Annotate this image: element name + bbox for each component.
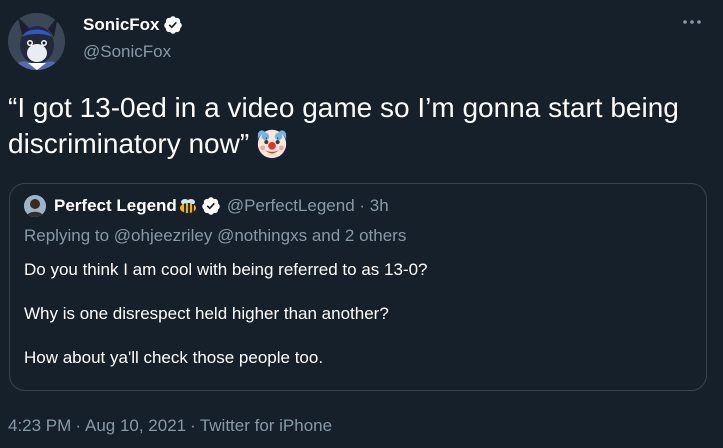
wolf-avatar-icon — [8, 13, 65, 70]
quoted-paragraph: How about ya'll check those people too. — [24, 348, 324, 367]
clown-face-emoji — [258, 129, 287, 159]
bee-emoji — [179, 199, 196, 213]
quoted-author-name[interactable]: Perfect Legend — [54, 196, 177, 216]
quoted-header: Perfect Legend @PerfectLegend · 3h — [54, 194, 389, 218]
tweet-text-body: “I got 13-0ed in a video game so I’m gon… — [8, 92, 679, 159]
tweet-meta: 4:23 PM · Aug 10, 2021 · Twitter for iPhone — [8, 415, 332, 437]
author-avatar[interactable] — [8, 13, 65, 70]
author-name[interactable]: SonicFox — [83, 14, 160, 36]
verified-badge-icon — [202, 197, 220, 215]
replying-to-prefix: Replying to — [24, 226, 110, 245]
author-handle[interactable]: @SonicFox — [83, 41, 171, 63]
tweet-card: SonicFox @SonicFox “I got 13-0ed in a vi… — [0, 0, 723, 448]
meta-separator: · — [190, 416, 196, 435]
quoted-paragraph: Why is one disrespect held higher than a… — [24, 304, 389, 323]
tweet-text: “I got 13-0ed in a video game so I’m gon… — [8, 90, 713, 162]
more-options-button[interactable] — [678, 12, 706, 32]
tweet-time[interactable]: 4:23 PM — [8, 416, 71, 435]
quoted-time[interactable]: 3h — [370, 196, 389, 216]
quoted-author-handle[interactable]: @PerfectLegend — [227, 196, 355, 216]
quoted-separator: · — [355, 196, 370, 216]
quoted-body: Do you think I am cool with being referr… — [24, 259, 684, 391]
meta-separator: · — [75, 416, 81, 435]
replying-to-user-nothingxs[interactable]: @nothingxs — [217, 226, 307, 245]
quoted-separator-dot: · — [359, 196, 366, 215]
replying-to-others[interactable]: and 2 others — [312, 226, 407, 245]
replying-to-line: Replying to @ohjeezriley @nothingxs and … — [24, 225, 406, 247]
verified-badge-icon — [163, 16, 182, 34]
author-name-row[interactable]: SonicFox — [83, 14, 183, 36]
replying-to-user-ohjeezriley[interactable]: @ohjeezriley — [114, 226, 213, 245]
more-options-icon — [683, 20, 701, 24]
tweet-date[interactable]: Aug 10, 2021 — [85, 416, 186, 435]
quoted-author-avatar[interactable] — [24, 195, 46, 217]
quoted-paragraph: Do you think I am cool with being referr… — [24, 260, 428, 279]
quoted-tweet[interactable]: Perfect Legend @PerfectLegend · 3h Reply… — [9, 183, 707, 391]
tweet-client[interactable]: Twitter for iPhone — [200, 416, 332, 435]
person-avatar-icon — [24, 195, 46, 217]
